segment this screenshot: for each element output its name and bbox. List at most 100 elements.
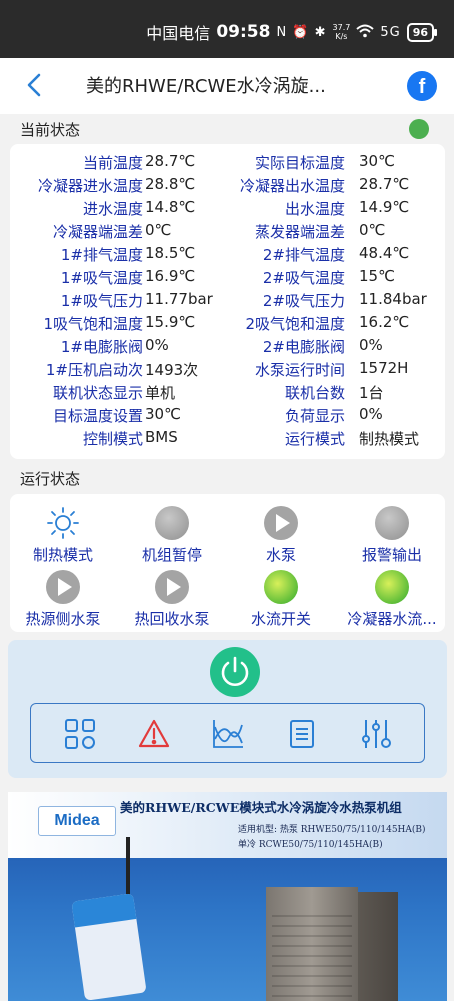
banner-models-line1: 适用机型: 热泵 RHWE50/75/110/145HA(B)	[238, 825, 426, 835]
run-item-label: 报警输出	[361, 546, 422, 564]
status-value: 18.5℃	[145, 244, 196, 262]
status-row: 1#排气温度 18.5℃ 2#排气温度 48.4℃	[10, 244, 445, 267]
status-value: 0%	[359, 405, 383, 423]
status-value: 0%	[359, 336, 383, 354]
chart-icon[interactable]	[211, 717, 245, 751]
facebook-share-icon[interactable]: f	[407, 71, 437, 101]
status-label: 出水温度	[284, 200, 345, 218]
status-row: 控制模式 BMS 运行模式 制热模式	[10, 428, 445, 451]
status-row: 目标温度设置 30℃ 负荷显示 0%	[10, 405, 445, 428]
status-label: 1#排气温度	[60, 246, 143, 264]
run-item-heat-recovery-pump: 热回收水泵	[122, 570, 222, 629]
run-item-flow-switch: 水流开关	[231, 570, 331, 629]
run-item-unit-pause: 机组暂停	[122, 506, 222, 565]
gray-light-icon	[155, 506, 189, 540]
grid-icon[interactable]	[63, 717, 97, 751]
run-item-label: 水泵	[265, 546, 296, 564]
status-label: 目标温度设置	[52, 407, 143, 425]
status-row: 当前温度 28.7℃ 实际目标温度 30℃	[10, 152, 445, 175]
status-label: 2#吸气压力	[262, 292, 345, 310]
run-item-label: 机组暂停	[141, 546, 202, 564]
run-item-heat-source-pump: 热源侧水泵	[13, 570, 113, 629]
chiller-unit-side	[358, 892, 398, 1001]
status-label: 1吸气饱和温度	[43, 315, 143, 333]
midea-logo: Midea	[38, 806, 116, 836]
banner-models-line2: 单冷 RCWE50/75/110/145HA(B)	[238, 840, 383, 850]
status-value: 单机	[145, 384, 176, 402]
settings-sliders-icon[interactable]	[359, 717, 393, 751]
status-label: 进水温度	[82, 200, 143, 218]
status-label: 实际目标温度	[254, 154, 345, 172]
status-label: 蒸发器端温差	[254, 223, 345, 241]
status-value: 30℃	[145, 405, 181, 423]
run-status-card: 制热模式 机组暂停 水泵 报警输出 热源侧水泵 热回收水泵 水流开关 冷凝器水流…	[10, 494, 445, 632]
status-value: 28.7℃	[359, 175, 410, 193]
notification-icons: N ⏰ ✱	[276, 24, 327, 40]
status-value: 1493次	[145, 361, 199, 379]
sun-icon	[46, 506, 80, 540]
run-item-label: 热源侧水泵	[25, 610, 101, 628]
status-row: 进水温度 14.8℃ 出水温度 14.9℃	[10, 198, 445, 221]
status-row: 1#压机启动次 1493次 水泵运行时间 1572H	[10, 359, 445, 382]
function-toolbar	[30, 703, 425, 763]
status-label: 2#吸气温度	[262, 269, 345, 287]
network-speed-unit: K/s	[335, 32, 348, 41]
status-value: 15℃	[359, 267, 395, 285]
list-icon[interactable]	[285, 717, 319, 751]
status-value: 16.9℃	[145, 267, 196, 285]
status-label: 2#排气温度	[262, 246, 345, 264]
status-row: 1#吸气温度 16.9℃ 2#吸气温度 15℃	[10, 267, 445, 290]
status-label: 运行模式	[284, 430, 345, 448]
play-icon	[46, 570, 80, 604]
power-icon	[221, 656, 249, 686]
status-value: 48.4℃	[359, 244, 410, 262]
status-label: 水泵运行时间	[254, 361, 345, 379]
run-item-heating-mode: 制热模式	[13, 506, 113, 565]
status-row: 1#吸气压力 11.77bar 2#吸气压力 11.84bar	[10, 290, 445, 313]
back-arrow-icon[interactable]	[22, 72, 48, 98]
run-item-label: 冷凝器水流...	[347, 610, 437, 628]
status-bar-right: 中国电信 09:58 N ⏰ ✱ 37.7 K/s 5G 96	[146, 20, 438, 44]
warning-icon[interactable]	[137, 717, 171, 751]
chiller-unit-image	[266, 887, 358, 1001]
system-status-bar: 中国电信 09:58 N ⏰ ✱ 37.7 K/s 5G 96	[0, 0, 454, 58]
status-label: 联机状态显示	[52, 384, 143, 402]
status-value: 0℃	[359, 221, 386, 239]
status-label: 当前温度	[82, 154, 143, 172]
status-value: 16.2℃	[359, 313, 410, 331]
run-item-label: 热回收水泵	[134, 610, 210, 628]
status-label: 负荷显示	[284, 407, 345, 425]
status-value: 14.8℃	[145, 198, 196, 216]
carrier-name: 中国电信	[146, 24, 211, 43]
status-value: 28.8℃	[145, 175, 196, 193]
status-value: 1572H	[359, 359, 409, 377]
status-label: 2吸气饱和温度	[245, 315, 345, 333]
green-light-icon	[375, 570, 409, 604]
status-label: 冷凝器出水温度	[239, 177, 345, 195]
status-label: 控制模式	[82, 430, 143, 448]
status-value: 0%	[145, 336, 169, 354]
run-item-alarm-output: 报警输出	[342, 506, 442, 565]
power-button[interactable]	[210, 647, 260, 697]
current-status-card: 当前温度 28.7℃ 实际目标温度 30℃ 冷凝器进水温度 28.8℃ 冷凝器出…	[10, 144, 445, 459]
gateway-device-image	[71, 893, 147, 1001]
status-value: 15.9℃	[145, 313, 196, 331]
gray-light-icon	[375, 506, 409, 540]
wifi-icon	[356, 23, 374, 42]
status-label: 1#电膨胀阀	[60, 338, 143, 356]
app-header: 美的RHWE/RCWE水冷涡旋... f	[0, 58, 454, 114]
status-value: 0℃	[145, 221, 172, 239]
network-speed: 37.7 K/s	[333, 23, 351, 41]
control-panel	[8, 640, 447, 778]
banner-header: Midea 美的RHWE/RCWE模块式水冷涡旋冷水热泵机组 适用机型: 热泵 …	[8, 792, 447, 858]
green-light-icon	[264, 570, 298, 604]
status-row: 冷凝器端温差 0℃ 蒸发器端温差 0℃	[10, 221, 445, 244]
run-status-heading: 运行状态	[20, 470, 81, 488]
status-row: 冷凝器进水温度 28.8℃ 冷凝器出水温度 28.7℃	[10, 175, 445, 198]
play-icon	[264, 506, 298, 540]
battery-icon: 96	[406, 22, 438, 42]
status-indicator-light	[409, 119, 429, 139]
status-row: 1吸气饱和温度 15.9℃ 2吸气饱和温度 16.2℃	[10, 313, 445, 336]
run-item-label: 制热模式	[32, 546, 93, 564]
status-value: BMS	[145, 428, 178, 446]
